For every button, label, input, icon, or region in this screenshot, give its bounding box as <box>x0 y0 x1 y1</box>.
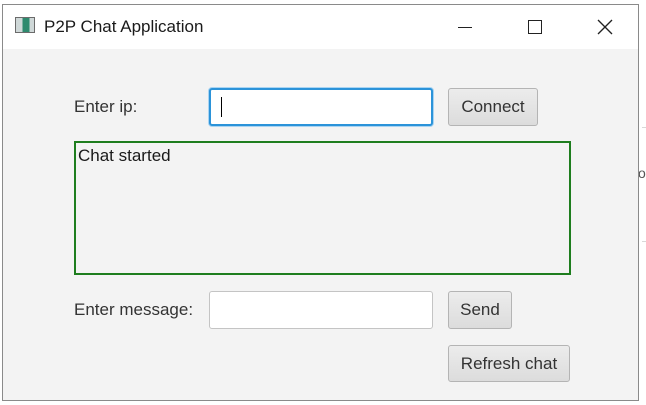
connect-button[interactable]: Connect <box>448 88 538 126</box>
background-text-fragment: o <box>638 165 646 181</box>
ip-input[interactable] <box>209 88 433 126</box>
ip-label: Enter ip: <box>74 97 138 116</box>
chat-log[interactable]: Chat started <box>74 141 571 275</box>
title-bar[interactable]: P2P Chat Application <box>3 5 638 49</box>
chat-log-text: Chat started <box>78 146 171 165</box>
refresh-chat-button[interactable]: Refresh chat <box>448 345 570 382</box>
message-input[interactable] <box>209 291 433 329</box>
text-caret <box>221 97 222 117</box>
maximize-button[interactable] <box>500 5 570 49</box>
background-divider <box>642 127 646 128</box>
window-title: P2P Chat Application <box>44 17 204 36</box>
close-icon <box>597 19 613 35</box>
app-window-icon <box>15 17 35 33</box>
maximize-icon <box>528 20 542 34</box>
minimize-button[interactable] <box>430 5 500 49</box>
close-button[interactable] <box>570 5 640 49</box>
minimize-icon <box>458 26 472 28</box>
background-divider <box>642 241 646 242</box>
screen: o P2P Chat Application Enter ip: Connect <box>0 0 646 405</box>
send-button[interactable]: Send <box>448 291 512 329</box>
chat-window: P2P Chat Application Enter ip: Connect C… <box>2 4 639 401</box>
message-label: Enter message: <box>74 300 194 319</box>
